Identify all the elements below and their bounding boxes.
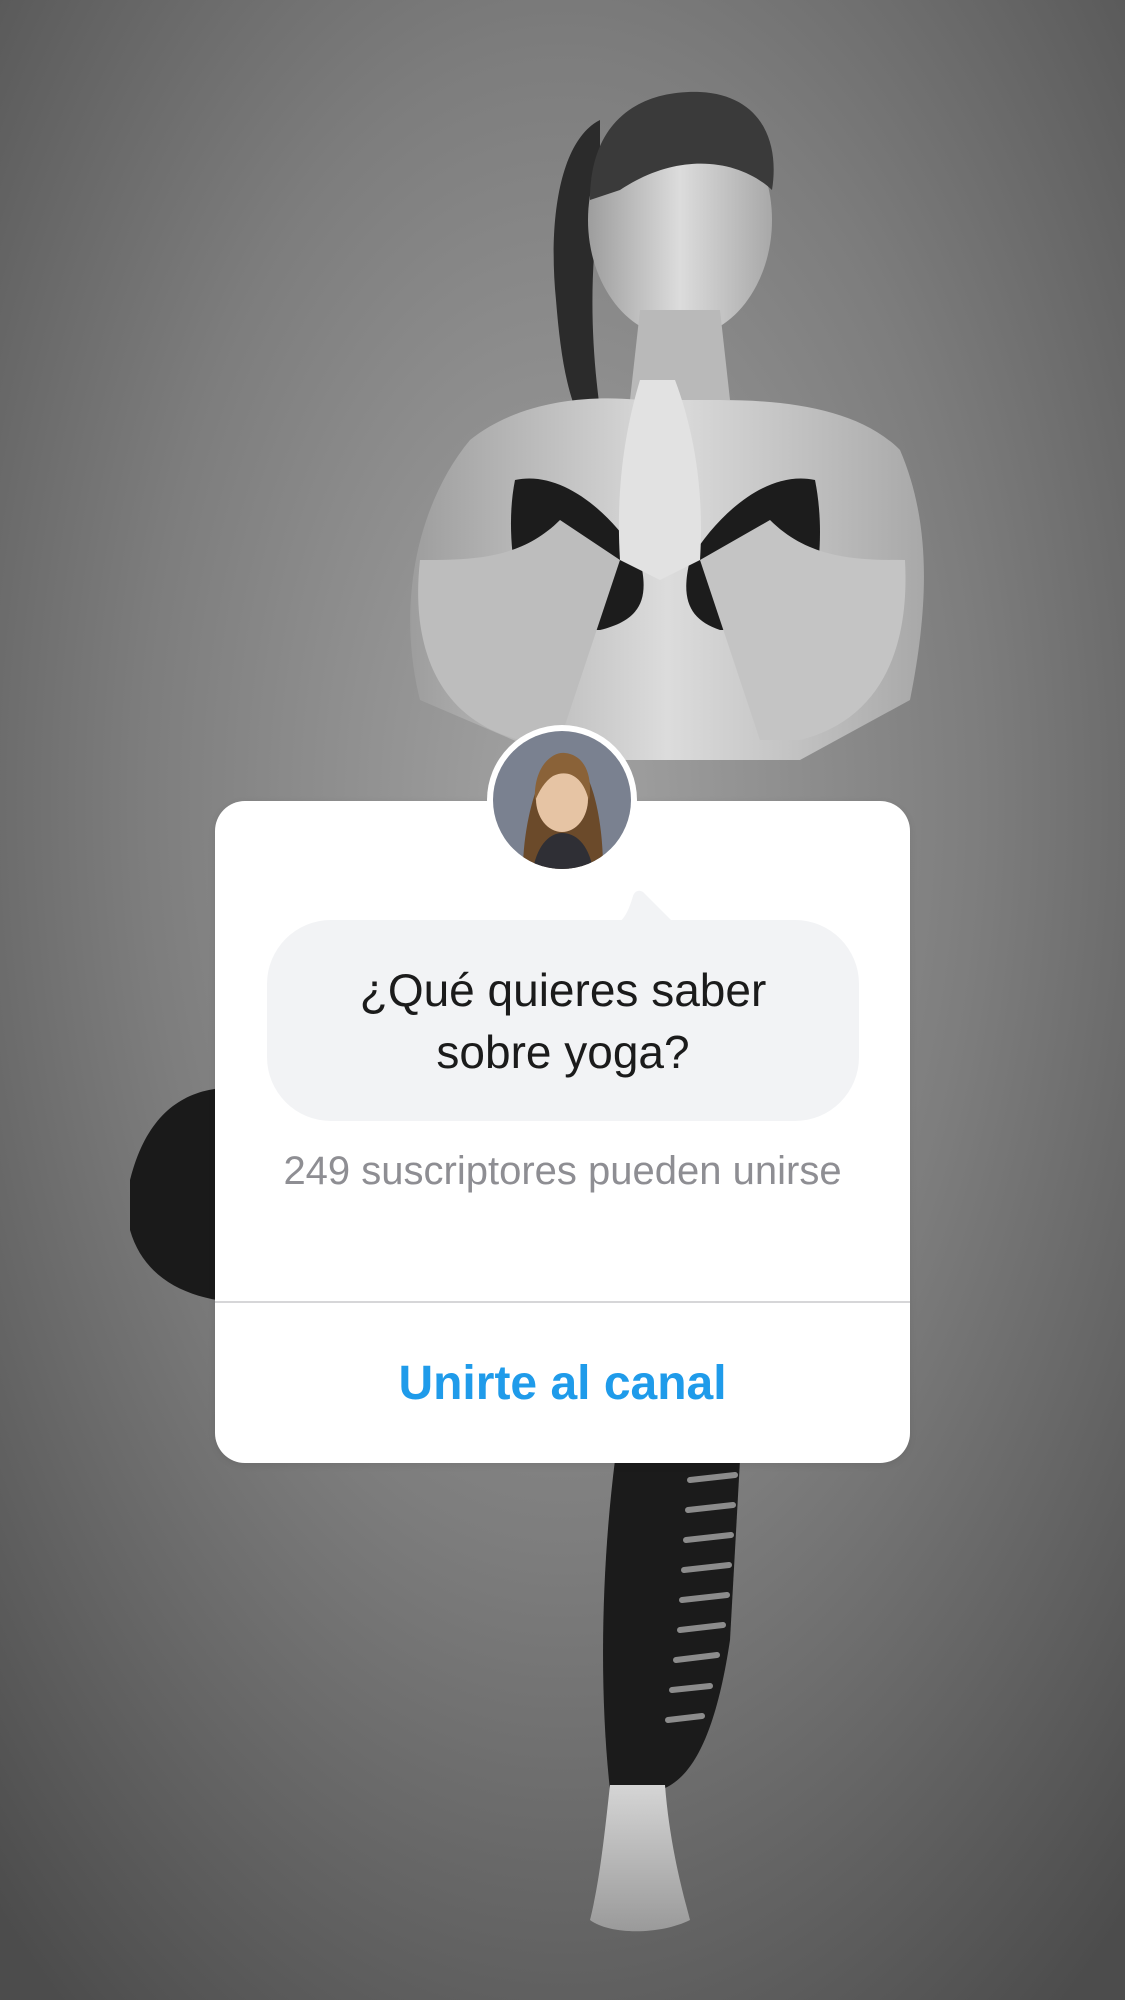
bubble-tail-icon [613,890,675,924]
profile-avatar[interactable] [487,725,637,875]
join-channel-button[interactable]: Unirte al canal [215,1303,910,1463]
question-text: ¿Qué quieres saber sobre yoga? [359,963,767,1078]
question-bubble: ¿Qué quieres saber sobre yoga? [267,920,859,1121]
subscribers-count: 249 suscriptores pueden unirse [283,1149,842,1193]
profile-photo-icon [493,731,631,869]
question-sticker[interactable]: ¿Qué quieres saber sobre yoga? 249 suscr… [215,801,910,1463]
